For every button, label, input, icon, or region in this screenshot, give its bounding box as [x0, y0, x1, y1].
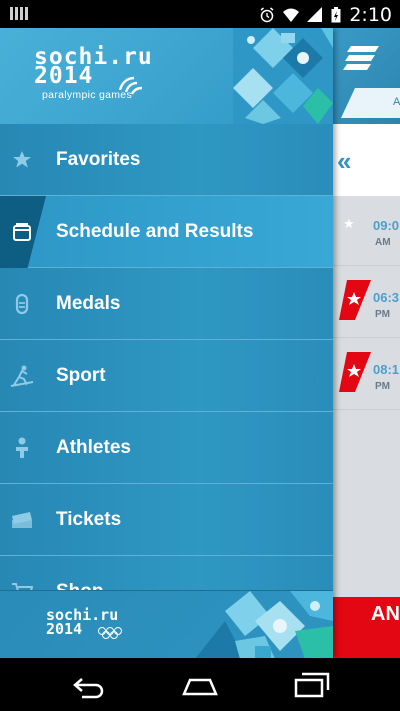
sport-icon: [10, 364, 34, 388]
drawer-menu: Favorites Schedule and Results Medals Sp…: [0, 124, 333, 628]
promo-banner[interactable]: AN: [333, 597, 400, 658]
decorative-patchwork-pattern: [233, 28, 333, 124]
notification-icon: [10, 7, 28, 20]
wifi-icon: [283, 8, 300, 22]
olympic-rings-icon: [98, 627, 122, 639]
menu-item-medals[interactable]: Medals: [0, 268, 333, 340]
menu-item-schedule-and-results[interactable]: Schedule and Results: [0, 196, 333, 268]
star-icon[interactable]: ★: [343, 216, 355, 232]
schedule-tab-label: A: [393, 96, 400, 108]
event-row[interactable]: ★ 09:0 AM: [333, 196, 400, 266]
event-ampm: PM: [375, 309, 390, 320]
back-icon[interactable]: [68, 670, 108, 700]
decorative-patchwork-pattern: [195, 591, 333, 658]
menu-item-athletes[interactable]: Athletes: [0, 412, 333, 484]
app-area: A « ★ 09:0 AM 06:3 PM 08:1 PM AN sochi.r…: [0, 28, 400, 658]
date-selector: «: [333, 124, 400, 196]
event-time: 08:1: [373, 362, 400, 377]
menu-item-label: Schedule and Results: [56, 220, 254, 242]
event-time: 06:3: [373, 290, 400, 305]
menu-item-sport[interactable]: Sport: [0, 340, 333, 412]
menu-item-label: Tickets: [56, 508, 122, 530]
event-row[interactable]: 06:3 PM: [333, 268, 400, 338]
status-bar: 2:10: [0, 0, 400, 28]
chevron-left-double-icon[interactable]: «: [337, 146, 351, 177]
alarm-icon: [260, 7, 274, 23]
menu-item-label: Athletes: [56, 436, 131, 458]
calendar-icon: [10, 220, 34, 244]
paralympic-agitos-icon: [118, 76, 143, 95]
signal-icon: [307, 7, 323, 22]
star-icon: [10, 148, 34, 172]
drawer-header: sochi.ru 2014 paralympic games: [0, 28, 333, 124]
event-row[interactable]: 08:1 PM: [333, 340, 400, 410]
battery-icon: [331, 7, 341, 23]
menu-item-favorites[interactable]: Favorites: [0, 124, 333, 196]
favorite-flag-icon[interactable]: [339, 280, 371, 320]
drawer-footer: sochi.ru 2014: [0, 590, 333, 658]
system-navigation-bar: [0, 658, 400, 711]
event-time: 09:0: [373, 218, 400, 233]
schedule-content: A « ★ 09:0 AM 06:3 PM 08:1 PM AN: [333, 28, 400, 658]
event-ampm: PM: [375, 381, 390, 392]
athlete-icon: [10, 436, 34, 460]
menu-item-label: Sport: [56, 364, 106, 386]
menu-item-label: Medals: [56, 292, 121, 314]
favorite-flag-icon[interactable]: [339, 352, 371, 392]
menu-toggle-icon[interactable]: [341, 38, 381, 76]
medal-icon: [10, 292, 34, 316]
status-time: 2:10: [349, 4, 392, 26]
menu-item-label: Favorites: [56, 148, 141, 170]
recent-apps-icon[interactable]: [292, 670, 332, 700]
ticket-icon: [10, 508, 34, 532]
event-ampm: AM: [375, 237, 391, 248]
menu-item-tickets[interactable]: Tickets: [0, 484, 333, 556]
navigation-drawer: sochi.ru 2014 paralympic games Favorites…: [0, 28, 333, 658]
promo-text: AN: [371, 603, 400, 625]
home-icon[interactable]: [180, 670, 220, 700]
